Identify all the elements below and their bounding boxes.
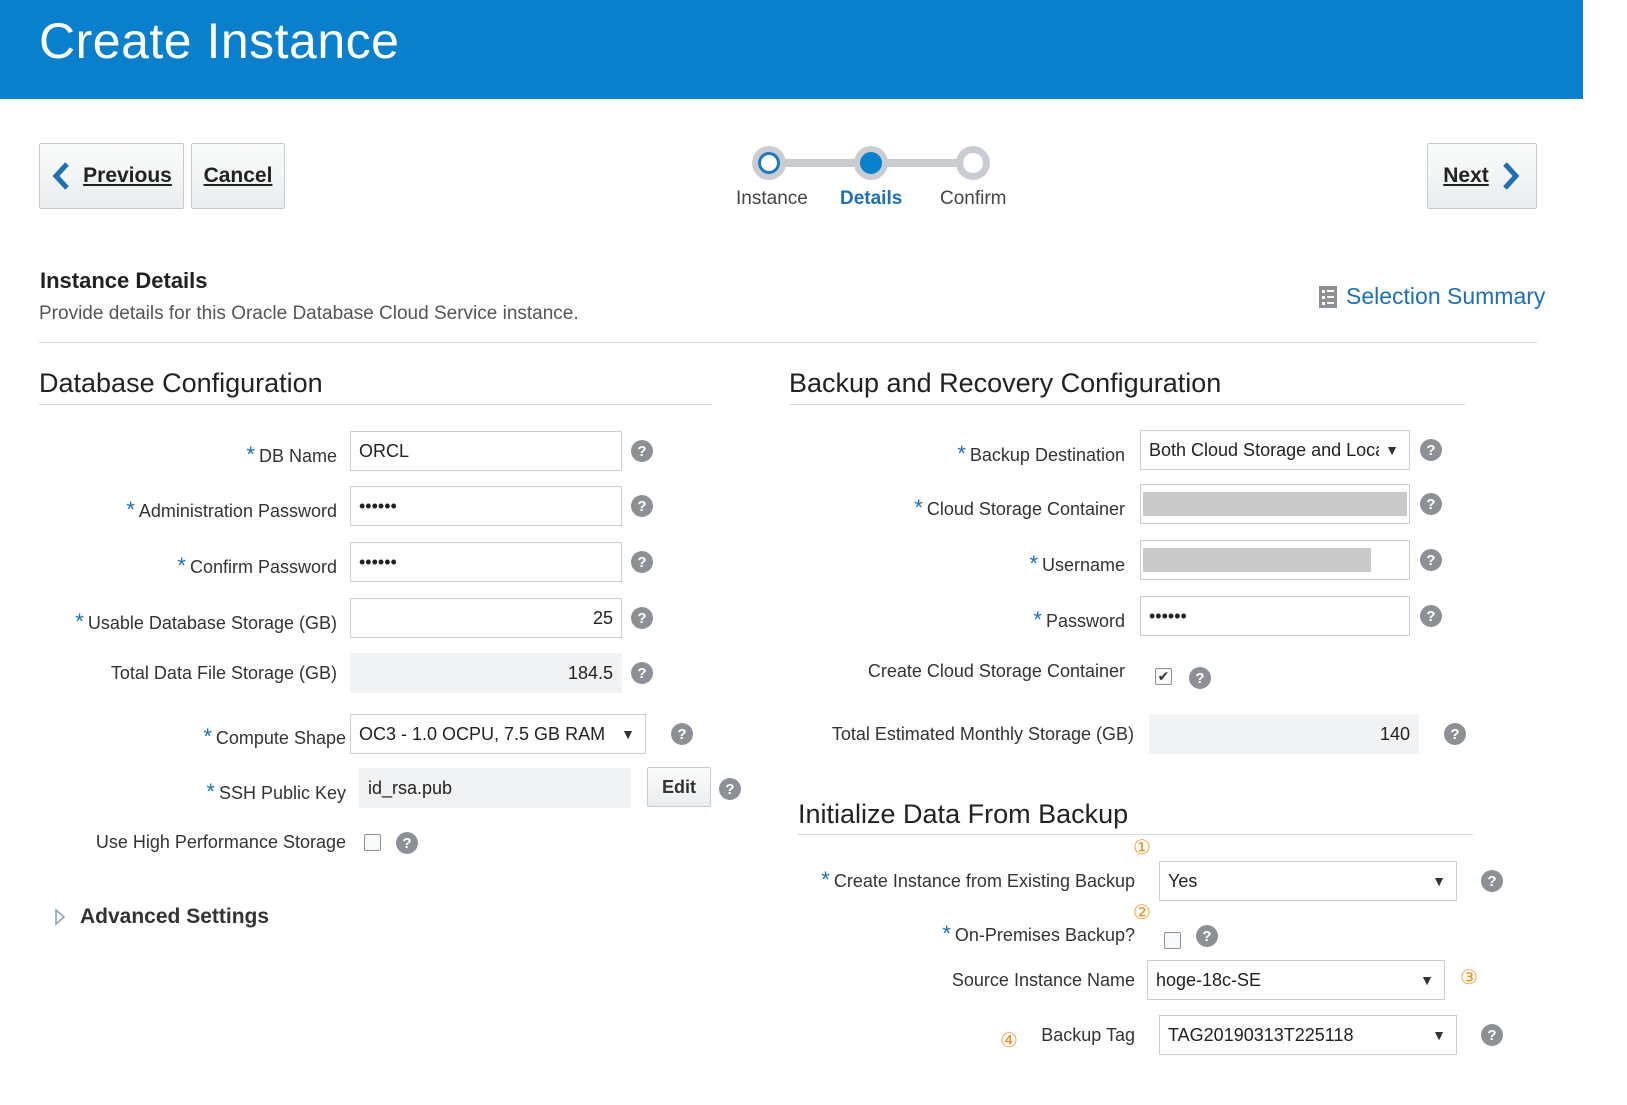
backup-destination-value: Both Cloud Storage and Loca	[1149, 439, 1379, 460]
ssh-key-value: id_rsa.pub	[359, 768, 631, 808]
backup-destination-label: * Backup Destination	[957, 441, 1125, 466]
train-stop-instance[interactable]	[752, 146, 786, 180]
chevron-down-icon: ▼	[1432, 1027, 1446, 1043]
monthly-storage-label: Total Estimated Monthly Storage (GB)	[831, 724, 1134, 744]
previous-button[interactable]: Previous	[39, 143, 184, 209]
train-label-details: Details	[840, 188, 903, 209]
chevron-down-icon: ▼	[621, 726, 635, 742]
page-header: Create Instance	[0, 0, 1583, 99]
create-container-label: Create Cloud Storage Container	[867, 661, 1125, 681]
help-icon[interactable]: ?	[631, 662, 653, 684]
selection-summary-link[interactable]: Selection Summary	[1318, 283, 1545, 310]
compute-shape-label: * Compute Shape	[203, 724, 346, 749]
help-icon[interactable]: ?	[396, 832, 418, 854]
checklist-icon	[1319, 285, 1337, 308]
help-icon[interactable]: ?	[631, 495, 653, 517]
help-icon[interactable]: ?	[1420, 493, 1442, 515]
password-label: * Password	[1033, 607, 1125, 632]
ssh-key-label: * SSH Public Key	[206, 779, 346, 804]
divider	[39, 404, 712, 405]
on-premises-label: * On-Premises Backup?	[942, 921, 1135, 946]
from-existing-select[interactable]: Yes ▼	[1159, 861, 1457, 901]
help-icon[interactable]: ?	[1481, 1024, 1503, 1046]
help-icon[interactable]: ?	[1196, 925, 1218, 947]
container-input[interactable]	[1140, 484, 1410, 524]
usable-storage-label: * Usable Database Storage (GB)	[75, 609, 337, 634]
ssh-edit-button[interactable]: Edit	[647, 767, 711, 807]
advanced-settings-label[interactable]: Advanced Settings	[80, 905, 269, 929]
init-backup-title: Initialize Data From Backup	[798, 799, 1129, 829]
next-label: Next	[1443, 164, 1489, 187]
chevron-down-icon: ▼	[1420, 972, 1434, 988]
help-icon[interactable]: ?	[1420, 439, 1442, 461]
admin-password-label: * Administration Password	[126, 497, 337, 522]
divider	[39, 342, 1537, 343]
help-icon[interactable]: ?	[1481, 870, 1503, 892]
next-button[interactable]: Next	[1427, 143, 1537, 209]
progress-train: Instance Details Confirm	[736, 146, 1030, 216]
instance-details-description: Provide details for this Oracle Database…	[39, 303, 579, 324]
help-icon[interactable]: ?	[1444, 723, 1466, 745]
backup-config-title: Backup and Recovery Configuration	[789, 368, 1222, 398]
help-icon[interactable]: ?	[671, 723, 693, 745]
backup-tag-select[interactable]: TAG20190313T225118 ▼	[1159, 1015, 1457, 1055]
db-name-input[interactable]: ORCL	[350, 431, 622, 471]
train-label-instance[interactable]: Instance	[736, 188, 808, 210]
create-container-checkbox[interactable]: ✔	[1155, 668, 1172, 685]
cancel-label: Cancel	[203, 164, 273, 187]
divider	[789, 404, 1465, 405]
cancel-button[interactable]: Cancel	[191, 143, 285, 209]
username-label: * Username	[1029, 551, 1125, 576]
annotation-marker: ④	[1000, 1030, 1018, 1052]
usable-storage-input[interactable]: 25	[350, 598, 622, 638]
chevron-down-icon: ▼	[1385, 442, 1399, 458]
db-config-title: Database Configuration	[39, 368, 323, 398]
chevron-right-icon	[1502, 162, 1520, 190]
instance-details-title: Instance Details	[40, 268, 208, 293]
chevron-down-icon: ▼	[1432, 873, 1446, 889]
help-icon[interactable]: ?	[631, 551, 653, 573]
source-instance-value: hoge-18c-SE	[1156, 969, 1262, 990]
compute-shape-value: OC3 - 1.0 OCPU, 7.5 GB RAM	[359, 723, 606, 744]
username-input[interactable]	[1140, 540, 1410, 580]
disclosure-triangle-icon	[55, 908, 66, 926]
monthly-storage-value: 140	[1149, 714, 1419, 754]
annotation-marker: ③	[1460, 967, 1478, 989]
source-instance-label: Source Instance Name	[951, 970, 1135, 990]
advanced-settings-toggle[interactable]: Advanced Settings	[54, 905, 269, 929]
from-existing-label: * Create Instance from Existing Backup	[821, 867, 1135, 892]
db-name-label: * DB Name	[246, 442, 337, 467]
help-icon[interactable]: ?	[719, 778, 741, 800]
backup-tag-value: TAG20190313T225118	[1168, 1024, 1354, 1045]
high-perf-checkbox[interactable]	[364, 834, 381, 851]
admin-password-input[interactable]: ••••••	[350, 486, 622, 526]
train-label-confirm[interactable]: Confirm	[940, 188, 1007, 210]
previous-label: Previous	[83, 164, 172, 187]
backup-tag-label: Backup Tag	[1041, 1025, 1135, 1045]
confirm-password-input[interactable]: ••••••	[350, 542, 622, 582]
help-icon[interactable]: ?	[1420, 549, 1442, 571]
train-stop-confirm[interactable]	[956, 146, 990, 180]
password-input[interactable]: ••••••	[1140, 596, 1410, 636]
annotation-marker: ②	[1133, 902, 1151, 924]
compute-shape-select[interactable]: OC3 - 1.0 OCPU, 7.5 GB RAM ▼	[350, 714, 646, 754]
container-label: * Cloud Storage Container	[914, 495, 1125, 520]
high-perf-label: Use High Performance Storage	[95, 832, 346, 852]
source-instance-select[interactable]: hoge-18c-SE ▼	[1147, 960, 1445, 1000]
on-premises-checkbox[interactable]	[1164, 932, 1181, 949]
from-existing-value: Yes	[1168, 870, 1198, 891]
help-icon[interactable]: ?	[1420, 605, 1442, 627]
annotation-marker: ①	[1133, 837, 1151, 859]
page-title: Create Instance	[39, 13, 400, 69]
total-storage-label: Total Data File Storage (GB)	[110, 663, 337, 683]
help-icon[interactable]: ?	[1189, 667, 1211, 689]
selection-summary-label[interactable]: Selection Summary	[1346, 283, 1545, 310]
confirm-password-label: * Confirm Password	[177, 553, 337, 578]
total-storage-value: 184.5	[350, 653, 622, 693]
chevron-left-icon	[52, 162, 69, 190]
help-icon[interactable]: ?	[631, 440, 653, 462]
train-stop-details	[854, 146, 888, 180]
help-icon[interactable]: ?	[631, 607, 653, 629]
backup-destination-select[interactable]: Both Cloud Storage and Loca ▼	[1140, 430, 1410, 470]
